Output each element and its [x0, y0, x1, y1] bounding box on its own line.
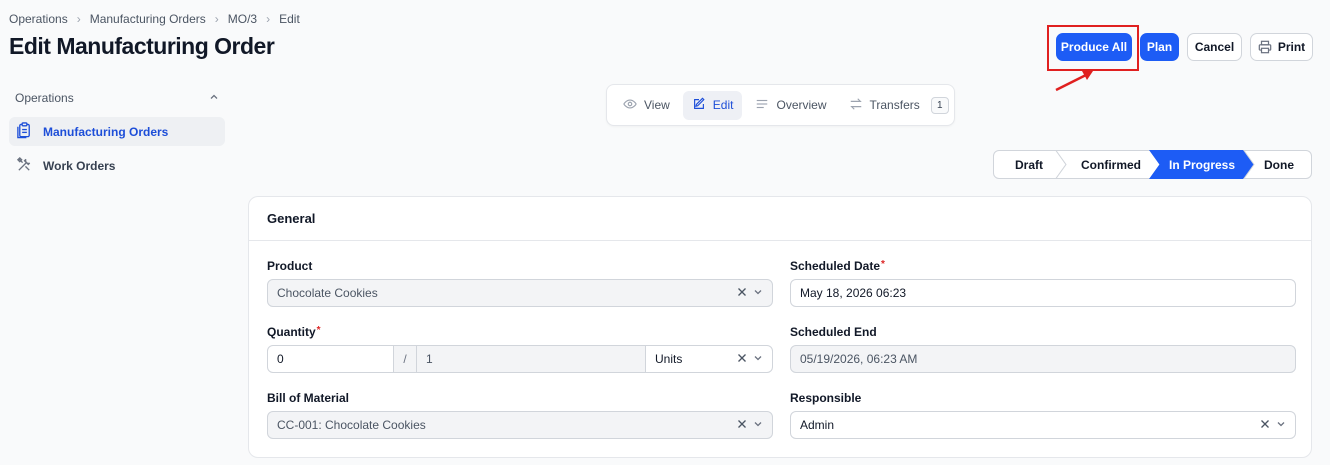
- stage-done[interactable]: Done: [1251, 150, 1307, 179]
- quantity-input[interactable]: 0: [267, 345, 394, 373]
- tab-label: Edit: [712, 98, 734, 112]
- product-value: Chocolate Cookies: [277, 286, 378, 300]
- planned-quantity: 1: [416, 345, 646, 373]
- cancel-button[interactable]: Cancel: [1187, 33, 1242, 61]
- sidebar-group-operations[interactable]: Operations: [9, 84, 225, 112]
- stage-confirmed[interactable]: Confirmed: [1063, 150, 1159, 179]
- bom-label: Bill of Material: [267, 391, 350, 405]
- page-title: Edit Manufacturing Order: [9, 33, 275, 59]
- pointer-arrow-icon: [1055, 71, 1093, 92]
- stage-in-progress[interactable]: In Progress: [1157, 150, 1247, 179]
- responsible-label: Responsible: [790, 391, 862, 405]
- scheduled-date-label: Scheduled Date*: [790, 259, 885, 273]
- tab-overview[interactable]: Overview: [746, 91, 835, 120]
- responsible-select[interactable]: Admin: [790, 411, 1296, 439]
- sidebar: Operations Manufacturing Orders Work Ord…: [9, 84, 225, 180]
- clear-icon[interactable]: [737, 418, 747, 432]
- breadcrumb-manufacturing-orders[interactable]: Manufacturing Orders: [90, 12, 206, 26]
- chevron-down-icon[interactable]: [753, 418, 763, 432]
- scheduled-date-value: May 18, 2026 06:23: [800, 286, 907, 300]
- tab-view[interactable]: View: [614, 91, 679, 120]
- arrows-icon: [849, 97, 863, 114]
- tab-label: View: [644, 98, 670, 112]
- chevron-right-icon: ›: [266, 12, 271, 26]
- product-select[interactable]: Chocolate Cookies: [267, 279, 773, 307]
- breadcrumb: Operations › Manufacturing Orders › MO/3…: [9, 12, 300, 26]
- chevron-right-icon: ›: [76, 12, 81, 26]
- planned-quantity-value: 1: [426, 352, 433, 366]
- stage-draft[interactable]: Draft: [993, 150, 1065, 179]
- quantity-separator: /: [393, 345, 417, 373]
- tab-label: Transfers: [869, 98, 920, 112]
- scheduled-end-label: Scheduled End: [790, 325, 877, 339]
- print-button[interactable]: Print: [1250, 33, 1313, 61]
- scheduled-end-value: 05/19/2026, 06:23 AM: [800, 352, 918, 366]
- sidebar-item-work-orders[interactable]: Work Orders: [9, 151, 225, 180]
- breadcrumb-mo[interactable]: MO/3: [228, 12, 257, 26]
- chevron-down-icon[interactable]: [753, 352, 763, 366]
- bom-select[interactable]: CC-001: Chocolate Cookies: [267, 411, 773, 439]
- sidebar-group-label: Operations: [15, 91, 74, 105]
- record-tabs: View Edit Overview Transfers 1: [606, 84, 955, 126]
- eye-icon: [623, 97, 637, 114]
- bom-value: CC-001: Chocolate Cookies: [277, 418, 426, 432]
- highlight-box: [1047, 25, 1139, 71]
- lines-icon: [755, 97, 769, 114]
- quantity-label: Quantity*: [267, 325, 321, 339]
- unit-select[interactable]: Units: [645, 345, 773, 373]
- pencil-icon: [692, 97, 706, 114]
- tools-icon: [16, 156, 33, 176]
- clipboard-icon: [16, 121, 33, 142]
- chevron-up-icon: [209, 91, 219, 105]
- scheduled-date-input[interactable]: May 18, 2026 06:23: [790, 279, 1296, 307]
- plan-button[interactable]: Plan: [1140, 33, 1179, 61]
- clear-icon[interactable]: [737, 352, 747, 366]
- unit-value: Units: [655, 352, 683, 366]
- breadcrumb-operations[interactable]: Operations: [9, 12, 68, 26]
- general-card: General Product Chocolate Cookies Quanti…: [248, 196, 1312, 458]
- tab-label: Overview: [776, 98, 827, 112]
- responsible-value: Admin: [800, 418, 835, 432]
- chevron-down-icon[interactable]: [753, 286, 763, 300]
- sidebar-item-manufacturing-orders[interactable]: Manufacturing Orders: [9, 117, 225, 146]
- print-button-label: Print: [1277, 40, 1306, 54]
- quantity-value: 0: [277, 352, 284, 366]
- clear-icon[interactable]: [1260, 418, 1270, 432]
- chevron-right-icon: ›: [214, 12, 219, 26]
- product-label: Product: [267, 259, 313, 273]
- sidebar-item-label: Manufacturing Orders: [43, 124, 169, 139]
- status-stages: Draft Confirmed In Progress Done: [993, 150, 1312, 179]
- transfers-count-badge: 1: [930, 96, 949, 114]
- clear-icon[interactable]: [737, 286, 747, 300]
- tab-transfers[interactable]: Transfers 1: [840, 91, 958, 120]
- sidebar-item-label: Work Orders: [43, 158, 116, 173]
- tab-edit[interactable]: Edit: [682, 90, 743, 120]
- section-title: General: [249, 197, 1311, 241]
- scheduled-end-input: 05/19/2026, 06:23 AM: [790, 345, 1296, 373]
- printer-icon: [1258, 40, 1272, 54]
- breadcrumb-edit: Edit: [279, 12, 300, 26]
- chevron-down-icon[interactable]: [1276, 418, 1286, 432]
